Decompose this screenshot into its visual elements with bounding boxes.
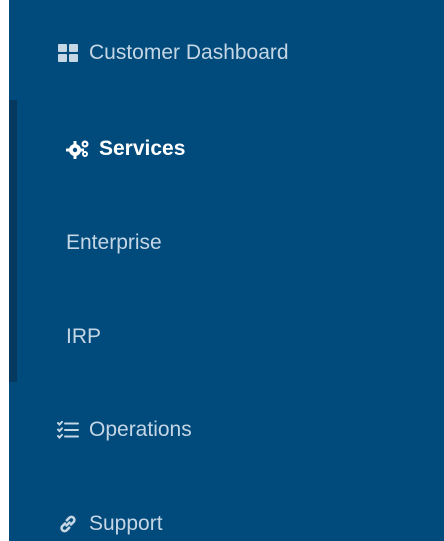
- sidebar-item-support[interactable]: Support: [9, 507, 444, 541]
- dashboard-icon: [56, 41, 80, 65]
- link-icon: [56, 512, 80, 536]
- sidebar-nav: Customer Dashboard Services Enterprise I…: [9, 0, 444, 541]
- sidebar-item-label: Support: [89, 512, 163, 535]
- sidebar-item-label: Enterprise: [66, 231, 162, 254]
- cogs-icon: [66, 137, 90, 161]
- sidebar-item-irp[interactable]: IRP: [9, 320, 444, 354]
- list-icon: [56, 418, 80, 442]
- sidebar-item-label: Operations: [89, 418, 192, 441]
- sidebar-item-operations[interactable]: Operations: [9, 413, 444, 447]
- sidebar-item-customer-dashboard[interactable]: Customer Dashboard: [9, 36, 444, 70]
- sidebar-item-label: IRP: [66, 325, 102, 348]
- sidebar-item-label: Services: [99, 137, 186, 160]
- sidebar-item-services[interactable]: Services: [9, 132, 444, 166]
- sidebar-item-enterprise[interactable]: Enterprise: [9, 226, 444, 260]
- sidebar-item-label: Customer Dashboard: [89, 41, 289, 64]
